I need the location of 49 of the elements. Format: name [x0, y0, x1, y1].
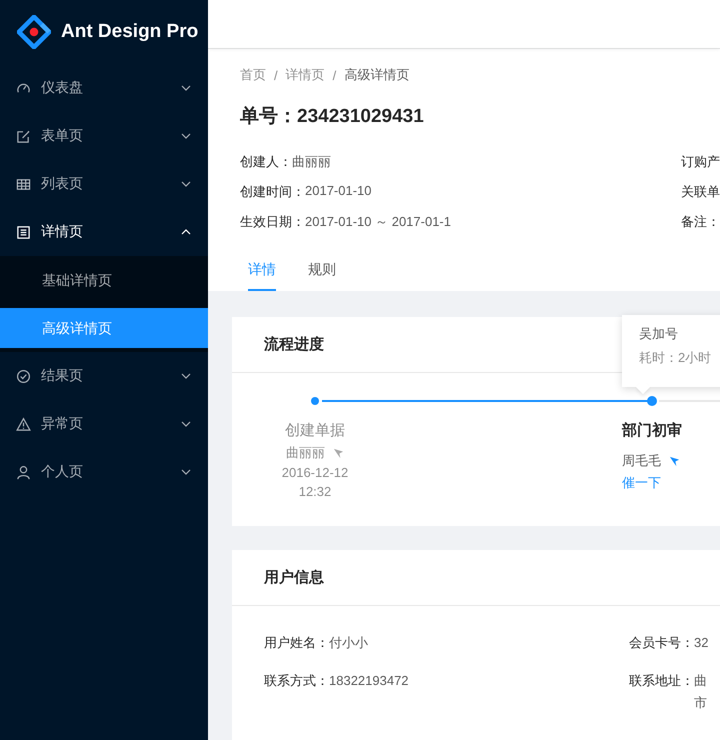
field-label: 订购产: [681, 153, 720, 171]
step-person: 周毛毛: [622, 452, 661, 470]
field-value: 2017-01-10: [305, 183, 372, 200]
card-title: 流程进度: [264, 335, 324, 354]
card-title: 用户信息: [264, 568, 324, 587]
user-icon: [16, 464, 31, 480]
field-value: 18322193472: [329, 672, 409, 690]
breadcrumb-separator: /: [332, 68, 336, 82]
field-label: 会员卡号：: [629, 634, 694, 652]
tab[interactable]: 规则: [308, 251, 336, 291]
field-label: 创建时间：: [240, 183, 305, 201]
menu-item[interactable]: 详情页: [0, 208, 208, 256]
field-value: 32: [694, 634, 708, 652]
tooltip-duration: 耗时：2小时: [639, 349, 712, 367]
field-value: 曲丽丽: [292, 153, 331, 171]
field-label: 联系方式：: [264, 672, 329, 690]
breadcrumb-separator: /: [274, 68, 278, 82]
menu-item[interactable]: 表单页: [0, 112, 208, 160]
field-label: 联系地址：: [629, 672, 694, 690]
field-value: 市: [694, 694, 707, 712]
menu-item[interactable]: 个人页: [0, 448, 208, 496]
menu-item[interactable]: 列表页: [0, 160, 208, 208]
page-title: 单号：234231029431: [240, 105, 425, 129]
field-value: 2017-01-10 ～ 2017-01-1: [305, 213, 451, 231]
menu-item[interactable]: 仪表盘: [0, 64, 208, 112]
field-label: 创建人：: [240, 153, 292, 171]
field-label: 关联单: [681, 183, 720, 201]
field-label: 备注：: [681, 213, 720, 231]
step-person: 曲丽丽: [286, 444, 325, 462]
logo-icon: [17, 15, 51, 49]
step-time: 2016-12-12 12:32: [280, 464, 350, 501]
field-label: 生效日期：: [240, 213, 305, 231]
check-circle-icon: [16, 368, 31, 384]
step-title: 创建单据: [285, 421, 345, 441]
menu-item[interactable]: 结果页: [0, 352, 208, 400]
tooltip-name: 吴加号: [639, 325, 679, 343]
field-value: 付小小: [329, 634, 368, 652]
step-title: 部门初审: [622, 421, 682, 441]
table-icon: [16, 176, 31, 192]
edit-icon: [16, 128, 31, 144]
plane-icon[interactable]: [669, 456, 680, 466]
submenu-item[interactable]: 基础详情页: [0, 260, 208, 300]
list-icon: [16, 224, 31, 240]
field-value: 曲: [694, 672, 707, 690]
field-label: 用户姓名：: [264, 634, 329, 652]
warning-icon: [16, 416, 31, 432]
logo-text: Ant Design Pro: [61, 21, 198, 43]
plane-icon[interactable]: [333, 448, 344, 458]
menu-item[interactable]: 异常页: [0, 400, 208, 448]
